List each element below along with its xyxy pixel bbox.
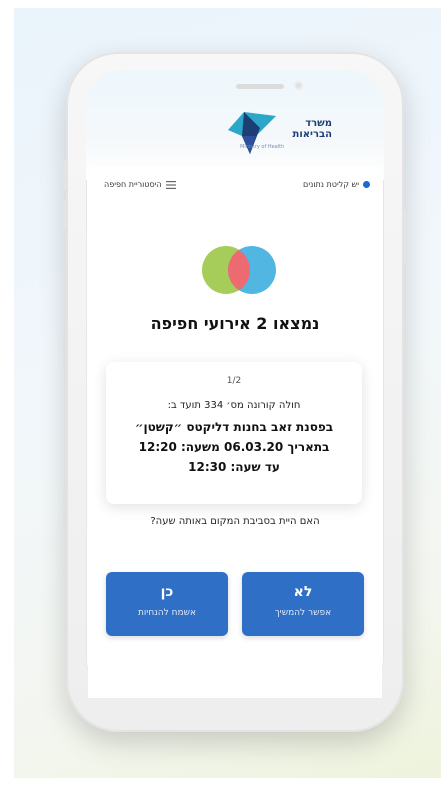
- ministry-logo-icon: [228, 112, 276, 154]
- logo-subtitle: Ministry of Health: [240, 144, 285, 150]
- no-button-subtitle: אפשר להמשיך: [274, 608, 332, 618]
- event-location-line: בפסנת זאב בחנות דליקטס ״קשטן״: [134, 420, 334, 434]
- history-label: היסטוריית חפיפה: [104, 180, 162, 189]
- status-dot-icon: [363, 181, 370, 188]
- connection-status: יש קליטת נתונים: [303, 180, 370, 189]
- logo-line1: משרד: [305, 118, 332, 129]
- connection-label: יש קליטת נתונים: [303, 180, 359, 189]
- page-title: נמצאו 2 אירועי חפיפה: [150, 314, 320, 333]
- yes-button[interactable]: כן אשמח להנחיות: [106, 572, 228, 636]
- logo-text: משרד הבריאות: [293, 118, 332, 140]
- yes-button-subtitle: אשמח להנחיות: [137, 608, 197, 618]
- yes-button-title: כן: [160, 584, 174, 600]
- main-panel: יש קליטת נתונים היסטוריית חפיפה נמצאו 2 …: [88, 166, 382, 698]
- history-link[interactable]: היסטוריית חפיפה: [104, 180, 176, 189]
- event-card: 1/2 חולה קורונה מס׳ 334 תועד ב: בפסנת זא…: [106, 362, 362, 504]
- event-date-line: בתאריך 06.03.20 משעה: 12:20: [138, 440, 330, 454]
- overlap-circles-icon: [202, 246, 276, 294]
- status-row: יש קליטת נתונים היסטוריית חפיפה: [88, 178, 382, 194]
- camera-icon: [294, 81, 303, 90]
- phone-side-button: [63, 160, 67, 190]
- location-question: האם היית בסביבת המקום באותה שעה?: [150, 516, 320, 527]
- no-button-title: לא: [293, 584, 313, 600]
- phone-side-button: [63, 200, 67, 230]
- event-pager: 1/2: [226, 376, 242, 386]
- phone-side-button: [402, 210, 406, 264]
- event-until-line: עד שעה: 12:30: [188, 460, 280, 474]
- no-button[interactable]: לא אפשר להמשיך: [242, 572, 364, 636]
- speaker-icon: [236, 84, 284, 89]
- logo-line2: הבריאות: [292, 129, 332, 140]
- event-patient-line: חולה קורונה מס׳ 334 תועד ב:: [167, 400, 301, 411]
- menu-lines-icon: [165, 180, 176, 189]
